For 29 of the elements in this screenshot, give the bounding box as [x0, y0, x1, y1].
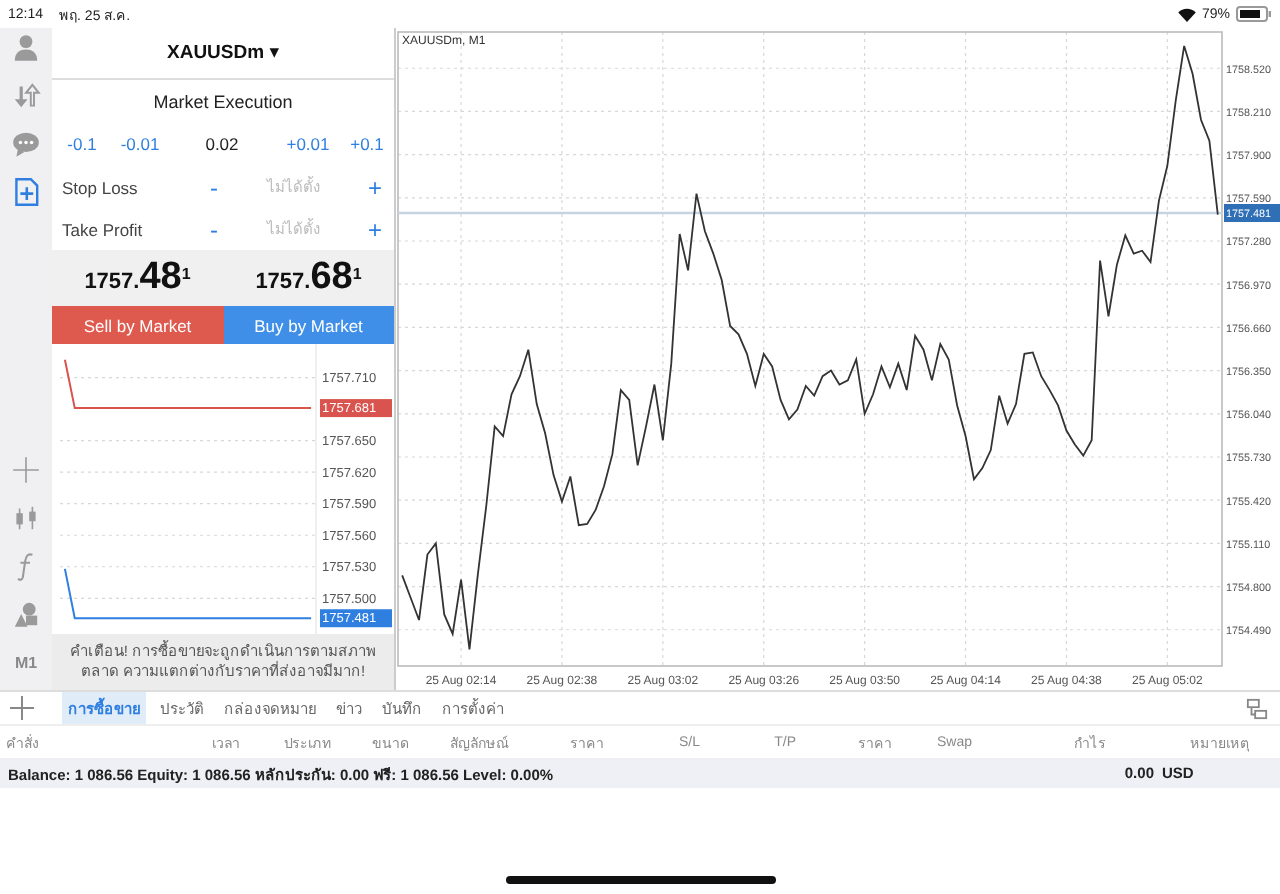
add-icon[interactable] [10, 696, 34, 720]
sell-button[interactable]: Sell by Market [52, 306, 223, 344]
new-document-icon[interactable] [10, 176, 42, 208]
volume-step-button[interactable]: +0.1 [350, 134, 384, 154]
chat-icon[interactable] [10, 128, 42, 160]
volume-value: 0.02 [205, 134, 239, 154]
price-quote: 1757.48$^{1}$ [84, 256, 191, 300]
increase-button[interactable]: + [367, 215, 382, 243]
crosshair-icon[interactable] [10, 454, 42, 486]
increase-button[interactable]: + [367, 173, 382, 201]
decrease-button[interactable]: - [210, 173, 218, 201]
shapes-icon[interactable] [10, 598, 42, 630]
timeframe-button[interactable]: M1 [14, 653, 38, 671]
volume-step-button[interactable]: -0.01 [120, 134, 160, 154]
symbol-selector[interactable]: XAUUSDm ▾ [167, 42, 279, 64]
volume-step-button[interactable]: -0.1 [67, 134, 97, 154]
buy-button[interactable]: Buy by Market [223, 306, 394, 344]
wifi-icon [1177, 7, 1196, 21]
volume-step-button[interactable]: +0.01 [286, 134, 330, 154]
field-label: Take Profit [60, 219, 143, 239]
decrease-button[interactable]: - [210, 215, 218, 243]
arrows-icon[interactable] [10, 80, 42, 112]
field-label: Stop Loss [60, 177, 138, 197]
layout-icon[interactable] [1246, 697, 1268, 719]
price-quote: 1757.68$^{1}$ [255, 256, 362, 300]
execution-type: Market Execution [153, 91, 293, 111]
person-icon[interactable] [10, 32, 42, 64]
battery-icon [1236, 6, 1272, 22]
candlestick-icon[interactable] [10, 502, 42, 534]
